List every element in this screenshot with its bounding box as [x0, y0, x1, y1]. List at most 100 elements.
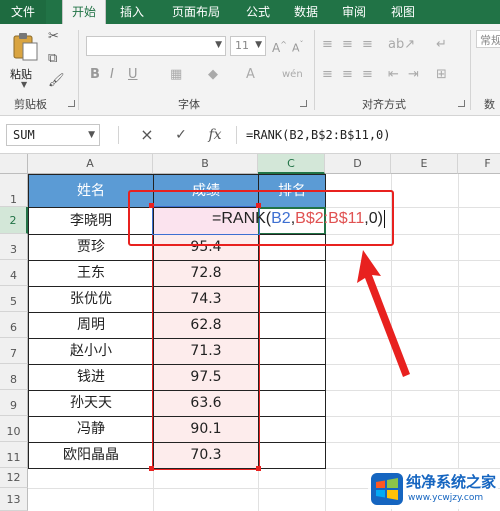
name-box[interactable]: SUM ▼: [6, 124, 100, 146]
row-header-13[interactable]: 13: [0, 488, 28, 511]
rank-cell[interactable]: [258, 364, 326, 391]
column-header-e[interactable]: E: [391, 154, 458, 174]
column-header-a[interactable]: A: [28, 154, 153, 174]
column-header-b[interactable]: B: [153, 154, 258, 174]
column-header-c[interactable]: C: [258, 154, 325, 174]
formula-bar-divider: [236, 126, 237, 144]
tab-home[interactable]: 开始: [62, 0, 106, 25]
row-header-2[interactable]: 2: [0, 207, 28, 234]
name-cell[interactable]: 赵小小: [28, 338, 154, 365]
format-painter-icon[interactable]: 🖌: [48, 74, 65, 88]
name-cell[interactable]: 冯静: [28, 416, 154, 443]
orientation-icon[interactable]: ab↗: [388, 38, 415, 52]
tab-view[interactable]: 视图: [383, 0, 423, 24]
number-format-value: 常规: [480, 34, 500, 47]
row-header-8[interactable]: 8: [0, 364, 28, 390]
bold-icon[interactable]: B: [90, 68, 100, 82]
rank-cell[interactable]: [258, 442, 326, 469]
ribbon-separator: [470, 30, 471, 110]
tab-file[interactable]: 文件: [0, 0, 46, 24]
row-header-1[interactable]: 1: [0, 174, 28, 207]
merge-center-icon[interactable]: ⊞: [436, 68, 447, 82]
worksheet-grid[interactable]: A B C D E F 1 2 3 4 5 6 7 8 9 10 11 12 1…: [0, 154, 500, 511]
ribbon-tab-bar: 文件 开始 插入 页面布局 公式 数据 审阅 视图: [0, 0, 500, 25]
clipboard-launcher-icon[interactable]: [68, 100, 75, 107]
windows-logo-icon: [371, 473, 403, 505]
annotation-arrow-icon: [357, 250, 410, 377]
number-format-combo[interactable]: 常规: [476, 30, 500, 48]
name-cell[interactable]: 周明: [28, 312, 154, 339]
chevron-down-icon: ▼: [88, 130, 95, 140]
name-cell[interactable]: 钱进: [28, 364, 154, 391]
align-bottom-icon[interactable]: ≡: [362, 38, 373, 52]
group-label-clipboard: 剪贴板: [14, 98, 47, 111]
font-launcher-icon[interactable]: [300, 100, 307, 107]
row-header-10[interactable]: 10: [0, 416, 28, 442]
rank-cell[interactable]: [258, 390, 326, 417]
insert-function-icon[interactable]: fx: [204, 124, 226, 146]
ribbon-separator: [314, 30, 315, 110]
enter-icon[interactable]: ✓: [170, 124, 192, 146]
name-cell[interactable]: 张优优: [28, 286, 154, 313]
chevron-down-icon: ▼: [215, 40, 222, 50]
ribbon-separator: [78, 30, 79, 110]
rank-cell[interactable]: [258, 312, 326, 339]
row-header-6[interactable]: 6: [0, 312, 28, 338]
decrease-indent-icon[interactable]: ⇤: [388, 68, 399, 82]
row-header-9[interactable]: 9: [0, 390, 28, 416]
rank-cell[interactable]: [258, 286, 326, 313]
rank-cell[interactable]: [258, 416, 326, 443]
row-header-7[interactable]: 7: [0, 338, 28, 364]
row-header-12[interactable]: 12: [0, 468, 28, 488]
row-header-5[interactable]: 5: [0, 286, 28, 312]
formula-bar-divider: [118, 126, 119, 144]
name-cell[interactable]: 欧阳晶晶: [28, 442, 154, 469]
italic-icon[interactable]: I: [110, 68, 114, 82]
paste-button[interactable]: 粘贴 ▼: [8, 30, 42, 89]
group-label-number: 数: [484, 98, 495, 111]
gridline: [458, 174, 459, 511]
rank-cell[interactable]: [258, 260, 326, 287]
align-top-icon[interactable]: ≡: [322, 38, 333, 52]
phonetic-icon[interactable]: wén: [282, 68, 303, 82]
cut-icon[interactable]: ✂: [48, 30, 59, 44]
tab-formulas[interactable]: 公式: [238, 0, 278, 24]
underline-icon[interactable]: U: [128, 68, 138, 82]
name-cell[interactable]: 王东: [28, 260, 154, 287]
alignment-launcher-icon[interactable]: [458, 100, 465, 107]
group-label-font: 字体: [178, 98, 200, 111]
range-handle[interactable]: [149, 466, 154, 471]
font-size-combo[interactable]: 11 ▼: [230, 36, 266, 56]
name-cell[interactable]: 孙天天: [28, 390, 154, 417]
formula-bar: SUM ▼ × ✓ fx =RANK(B2,B$2:B$11,0): [0, 116, 500, 154]
tab-data[interactable]: 数据: [286, 0, 326, 24]
align-center-icon[interactable]: ≡: [342, 68, 353, 82]
watermark: 纯净系统之家 www.ycwjzy.com: [368, 469, 498, 509]
row-header-3[interactable]: 3: [0, 234, 28, 260]
row-header-4[interactable]: 4: [0, 260, 28, 286]
tab-insert[interactable]: 插入: [112, 0, 152, 24]
column-header-d[interactable]: D: [325, 154, 391, 174]
copy-icon[interactable]: ⧉: [48, 52, 57, 66]
row-header-11[interactable]: 11: [0, 442, 28, 468]
borders-icon[interactable]: ▦: [170, 68, 182, 82]
tab-page-layout[interactable]: 页面布局: [163, 0, 229, 24]
increase-indent-icon[interactable]: ⇥: [408, 68, 419, 82]
grow-font-icon[interactable]: A^: [272, 38, 287, 55]
cancel-icon[interactable]: ×: [136, 124, 158, 146]
select-all-corner[interactable]: [0, 154, 28, 174]
font-name-combo[interactable]: ▼: [86, 36, 226, 56]
align-middle-icon[interactable]: ≡: [342, 38, 353, 52]
fill-color-icon[interactable]: ◆: [208, 68, 218, 82]
column-header-f[interactable]: F: [458, 154, 500, 174]
shrink-font-icon[interactable]: Aˇ: [292, 38, 304, 56]
align-left-icon[interactable]: ≡: [322, 68, 333, 82]
ribbon: 粘贴 ▼ ✂ ⧉ 🖌 剪贴板 ▼ 11 ▼ A^ Aˇ B I U ▦ ◆ A …: [0, 24, 500, 116]
wrap-text-icon[interactable]: ↵: [436, 38, 447, 52]
formula-input[interactable]: =RANK(B2,B$2:B$11,0): [240, 124, 498, 146]
range-handle[interactable]: [256, 466, 261, 471]
font-color-icon[interactable]: A: [246, 68, 255, 82]
align-right-icon[interactable]: ≡: [362, 68, 373, 82]
rank-cell[interactable]: [258, 338, 326, 365]
tab-review[interactable]: 审阅: [334, 0, 374, 24]
